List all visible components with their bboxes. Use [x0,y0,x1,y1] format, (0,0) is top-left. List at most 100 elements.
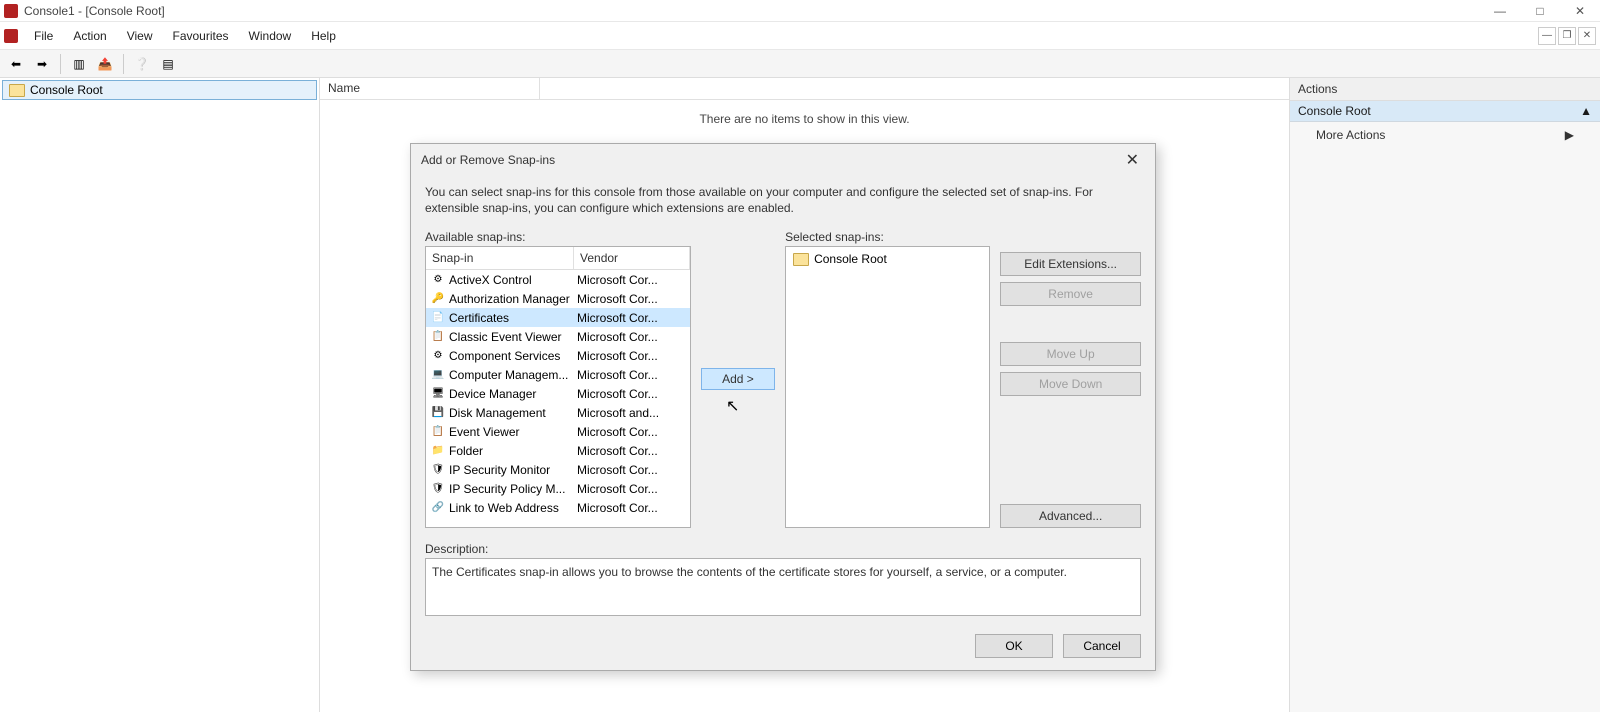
snapin-name: Disk Management [449,406,577,420]
show-hide-tree-button[interactable]: ▥ [67,52,91,76]
snapin-name: Event Viewer [449,425,577,439]
mdi-minimize-button[interactable]: — [1538,27,1556,45]
snapin-vendor: Microsoft Cor... [577,387,690,401]
snapin-name: Component Services [449,349,577,363]
cancel-button[interactable]: Cancel [1063,634,1141,658]
description-text: The Certificates snap-in allows you to b… [432,565,1067,579]
advanced-button[interactable]: Advanced... [1000,504,1141,528]
mdi-restore-button[interactable]: ❐ [1558,27,1576,45]
app-icon-small [4,29,18,43]
add-button[interactable]: Add > [701,368,775,390]
toolbar: ⬅ ➡ ▥ 📤 ❔ ▤ [0,50,1600,78]
description-label: Description: [425,542,1141,556]
dialog-title-text: Add or Remove Snap-ins [421,153,555,167]
menu-view[interactable]: View [117,25,163,47]
title-bar: Console1 - [Console Root] — □ ✕ [0,0,1600,22]
show-hide-action-pane-button[interactable]: ▤ [156,52,180,76]
snapin-icon: ⚙ [430,272,446,288]
snapin-vendor: Microsoft Cor... [577,444,690,458]
move-up-label: Move Up [1047,347,1095,361]
maximize-button[interactable]: □ [1520,0,1560,22]
snapin-row[interactable]: 💻Computer Managem...Microsoft Cor... [426,365,690,384]
menu-file[interactable]: File [24,25,63,47]
add-remove-snapins-dialog: Add or Remove Snap-ins ✕ You can select … [410,143,1156,671]
more-actions-item[interactable]: More Actions ▶ [1290,122,1600,148]
snapin-row[interactable]: 🖥Device ManagerMicrosoft Cor... [426,384,690,403]
help-button[interactable]: ❔ [130,52,154,76]
snapin-icon: ⚙ [430,348,446,364]
snapin-icon: 🔑 [430,291,446,307]
move-down-label: Move Down [1039,377,1102,391]
snapin-row[interactable]: 📁FolderMicrosoft Cor... [426,441,690,460]
actions-pane: Actions Console Root ▲ More Actions ▶ [1290,78,1600,712]
separator [60,54,61,74]
snapin-row[interactable]: 🔑Authorization ManagerMicrosoft Cor... [426,289,690,308]
snapin-icon: 🖥 [430,386,446,402]
snapin-vendor: Microsoft Cor... [577,292,690,306]
more-actions-label: More Actions [1316,128,1385,142]
list-header: Name [320,78,1289,100]
collapse-icon: ▲ [1580,104,1592,118]
separator [123,54,124,74]
snapin-name: IP Security Monitor [449,463,577,477]
snapin-vendor: Microsoft Cor... [577,311,690,325]
back-button[interactable]: ⬅ [4,52,28,76]
menu-help[interactable]: Help [301,25,346,47]
edit-extensions-label: Edit Extensions... [1024,257,1117,271]
edit-extensions-button[interactable]: Edit Extensions... [1000,252,1141,276]
minimize-button[interactable]: — [1480,0,1520,22]
actions-context[interactable]: Console Root ▲ [1290,101,1600,122]
snapin-row[interactable]: 🛡IP Security MonitorMicrosoft Cor... [426,460,690,479]
ok-button[interactable]: OK [975,634,1053,658]
snapin-icon: 📄 [430,310,446,326]
snapin-row[interactable]: ⚙Component ServicesMicrosoft Cor... [426,346,690,365]
menu-window[interactable]: Window [239,25,302,47]
export-button[interactable]: 📤 [93,52,117,76]
dialog-titlebar: Add or Remove Snap-ins ✕ [411,144,1155,176]
dialog-close-button[interactable]: ✕ [1120,148,1145,172]
folder-icon [9,84,25,97]
snapin-row[interactable]: 💾Disk ManagementMicrosoft and... [426,403,690,422]
snapin-icon: 💾 [430,405,446,421]
column-snapin[interactable]: Snap-in [426,247,574,269]
snapin-vendor: Microsoft Cor... [577,425,690,439]
mdi-close-button[interactable]: ✕ [1578,27,1596,45]
actions-header: Actions [1290,78,1600,101]
remove-label: Remove [1048,287,1093,301]
snapin-name: ActiveX Control [449,273,577,287]
snapin-row[interactable]: 📋Classic Event ViewerMicrosoft Cor... [426,327,690,346]
snapin-vendor: Microsoft Cor... [577,463,690,477]
selected-snapins-list[interactable]: Console Root [785,246,990,528]
empty-message: There are no items to show in this view. [320,112,1289,126]
column-vendor[interactable]: Vendor [574,247,690,269]
close-button[interactable]: ✕ [1560,0,1600,22]
tree-item-console-root[interactable]: Console Root [2,80,317,100]
menu-favourites[interactable]: Favourites [163,25,239,47]
forward-button[interactable]: ➡ [30,52,54,76]
move-down-button[interactable]: Move Down [1000,372,1141,396]
snapin-row[interactable]: 📄CertificatesMicrosoft Cor... [426,308,690,327]
snapin-row[interactable]: 🛡IP Security Policy M...Microsoft Cor... [426,479,690,498]
selected-item-label: Console Root [814,252,887,266]
snapin-name: Folder [449,444,577,458]
tree-item-label: Console Root [30,83,103,97]
ok-label: OK [1005,639,1022,653]
snapin-name: Classic Event Viewer [449,330,577,344]
move-up-button[interactable]: Move Up [1000,342,1141,366]
snapin-row[interactable]: 📋Event ViewerMicrosoft Cor... [426,422,690,441]
snapin-row[interactable]: ⚙ActiveX ControlMicrosoft Cor... [426,270,690,289]
selected-label: Selected snap-ins: [785,230,990,244]
snapin-icon: 💻 [430,367,446,383]
remove-button[interactable]: Remove [1000,282,1141,306]
selected-item-console-root[interactable]: Console Root [789,250,986,268]
snapin-name: Authorization Manager [449,292,577,306]
menu-bar: File Action View Favourites Window Help … [0,22,1600,50]
menu-action[interactable]: Action [63,25,116,47]
snapin-vendor: Microsoft Cor... [577,273,690,287]
available-snapins-list[interactable]: Snap-in Vendor ⚙ActiveX ControlMicrosoft… [425,246,691,528]
available-label: Available snap-ins: [425,230,691,244]
column-name[interactable]: Name [320,78,540,99]
snapin-name: Computer Managem... [449,368,577,382]
snapin-name: IP Security Policy M... [449,482,577,496]
snapin-row[interactable]: 🔗Link to Web AddressMicrosoft Cor... [426,498,690,517]
